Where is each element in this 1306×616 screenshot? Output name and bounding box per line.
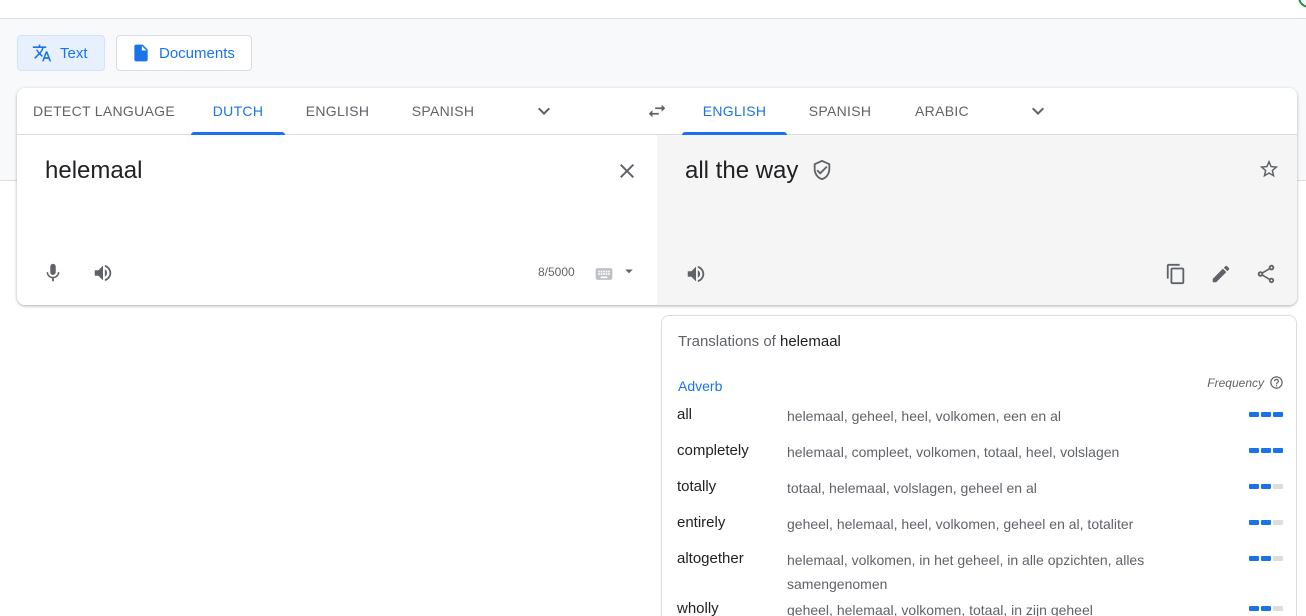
target-languages-more-button[interactable] [1018, 99, 1058, 123]
frequency-segment [1273, 556, 1283, 561]
dictionary-title: Translations of helemaal [678, 333, 841, 350]
edit-translation-button[interactable] [1209, 262, 1233, 286]
tab-detect-language[interactable]: DETECT LANGUAGE [17, 88, 191, 134]
frequency-segment [1273, 448, 1283, 453]
close-icon [620, 164, 634, 178]
tab-target-english[interactable]: ENGLISH [682, 88, 787, 135]
clear-source-button[interactable] [613, 157, 641, 185]
frequency-segment [1261, 412, 1271, 417]
dictionary-word[interactable]: totally [677, 478, 716, 495]
documents-mode-button[interactable]: Documents [116, 35, 252, 71]
translator-card: DETECT LANGUAGE DUTCH ENGLISH SPANISH EN… [17, 88, 1297, 305]
swap-languages-button[interactable] [637, 99, 677, 123]
caret-down-icon [625, 269, 633, 274]
listen-source-button[interactable] [91, 261, 115, 285]
frequency-label: Frequency [1207, 375, 1264, 390]
tab-target-spanish[interactable]: SPANISH [787, 88, 893, 134]
frequency-segment [1273, 484, 1283, 489]
microphone-icon [46, 263, 60, 282]
frequency-segment [1273, 520, 1283, 525]
frequency-segment [1261, 520, 1271, 525]
frequency-segment [1249, 484, 1259, 489]
frequency-segment [1261, 484, 1271, 489]
help-icon[interactable] [1269, 375, 1284, 390]
dictionary-synonyms: helemaal, compleet, volkomen, totaal, he… [787, 444, 1120, 460]
copy-translation-button[interactable] [1164, 262, 1188, 286]
frequency-segment [1249, 520, 1259, 525]
translation-text[interactable]: all the way [685, 157, 798, 184]
account-avatar[interactable] [1298, 0, 1306, 8]
dictionary-title-word: helemaal [780, 333, 841, 350]
character-count: 8/5000 [538, 265, 575, 279]
frequency-segment [1249, 606, 1259, 611]
verified-shield-icon[interactable] [811, 159, 833, 181]
frequency-header: Frequency [1207, 375, 1284, 390]
source-panel: helemaal 8/5000 [17, 135, 657, 305]
tab-target-arabic[interactable]: ARABIC [893, 88, 991, 134]
dictionary-word[interactable]: completely [677, 442, 749, 459]
voice-input-button[interactable] [41, 261, 65, 285]
keyboard-button[interactable] [592, 262, 616, 286]
speaker-icon [94, 264, 112, 282]
tab-source-english[interactable]: ENGLISH [285, 88, 390, 134]
frequency-segment [1249, 556, 1259, 561]
dictionary-word[interactable]: entirely [677, 514, 725, 531]
dictionary-synonyms: helemaal, geheel, heel, volkomen, een en… [787, 408, 1061, 424]
frequency-bars [1249, 448, 1283, 453]
translate-icon [32, 44, 52, 62]
dictionary-panel: Translations of helemaal Adverb Frequenc… [661, 315, 1297, 616]
part-of-speech-label: Adverb [678, 378, 723, 394]
document-icon [134, 44, 148, 62]
speaker-icon [687, 265, 705, 283]
frequency-segment [1273, 412, 1283, 417]
chevron-down-icon [1032, 107, 1044, 115]
target-panel: all the way [657, 135, 1297, 305]
dictionary-word[interactable]: altogether [677, 550, 744, 567]
frequency-segment [1261, 606, 1271, 611]
copy-icon [1166, 263, 1185, 285]
share-icon [1257, 264, 1275, 284]
star-outline-icon [1259, 159, 1279, 178]
dictionary-title-prefix: Translations of [678, 333, 776, 350]
dictionary-word[interactable]: wholly [677, 600, 719, 616]
dictionary-synonyms: totaal, helemaal, volslagen, geheel en a… [787, 480, 1037, 496]
text-mode-label: Text [60, 44, 88, 62]
frequency-bars [1249, 556, 1283, 561]
frequency-segment [1261, 556, 1271, 561]
frequency-segment [1249, 412, 1259, 417]
translation-output: all the way [685, 157, 833, 185]
chevron-down-icon [538, 107, 550, 115]
frequency-bars [1249, 484, 1283, 489]
input-tools-dropdown[interactable] [620, 262, 638, 280]
frequency-segment [1261, 448, 1271, 453]
save-translation-button[interactable] [1257, 157, 1281, 181]
tab-source-spanish[interactable]: SPANISH [390, 88, 496, 134]
dictionary-synonyms: geheel, helemaal, heel, volkomen, geheel… [787, 516, 1134, 532]
source-languages-more-button[interactable] [524, 99, 564, 123]
pencil-icon [1212, 265, 1230, 283]
dictionary-synonyms: geheel, helemaal, volkomen, totaal, in z… [787, 602, 1093, 616]
text-mode-button[interactable]: Text [17, 35, 105, 71]
dictionary-synonyms: helemaal, volkomen, in het geheel, in al… [787, 552, 1145, 592]
dictionary-word[interactable]: all [677, 406, 692, 423]
source-text-input[interactable]: helemaal [45, 157, 142, 185]
share-translation-button[interactable] [1254, 262, 1278, 286]
frequency-segment [1249, 448, 1259, 453]
tab-source-dutch[interactable]: DUTCH [191, 88, 285, 135]
frequency-bars [1249, 520, 1283, 525]
listen-translation-button[interactable] [684, 262, 708, 286]
frequency-segment [1273, 606, 1283, 611]
frequency-bars [1249, 412, 1283, 417]
swap-icon [648, 104, 666, 118]
language-tabs-row: DETECT LANGUAGE DUTCH ENGLISH SPANISH EN… [17, 88, 1297, 135]
keyboard-icon [595, 268, 613, 280]
top-bar [0, 0, 1306, 19]
documents-mode-label: Documents [159, 44, 235, 62]
frequency-bars [1249, 606, 1283, 611]
